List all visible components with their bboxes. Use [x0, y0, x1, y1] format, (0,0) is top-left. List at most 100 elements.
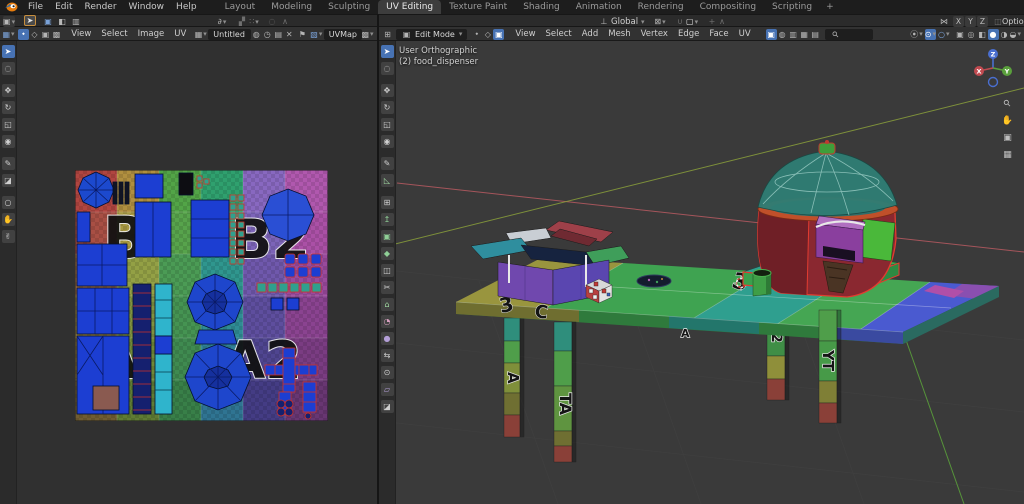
viewport-header-icon-3[interactable]: ▥ — [788, 29, 799, 40]
pan-button[interactable]: ✋ — [1001, 114, 1014, 127]
perspective-toggle-button[interactable]: ▦ — [1001, 148, 1014, 161]
editor-separator[interactable] — [377, 14, 379, 504]
viewport-header-icon-1[interactable]: ▣ — [766, 29, 777, 40]
snap-icon-uv[interactable]: ∷▾ — [248, 16, 260, 27]
uv-image-canvas[interactable]: B B2 A A2 — [75, 170, 328, 421]
uv-select-mode-vertex[interactable]: ⬩ — [18, 29, 29, 40]
uvmap-field[interactable]: UVMap — [324, 29, 362, 40]
gizmo-axis-neg-z[interactable] — [989, 78, 998, 87]
pinch-tool[interactable]: ✌ — [2, 230, 15, 243]
mode-dropdown[interactable]: ▣ Edit Mode ▾ — [396, 29, 467, 40]
table-leg-front-left[interactable]: TA — [554, 322, 576, 462]
options-dropdown[interactable]: Options — [1002, 17, 1024, 26]
inset-faces-tool[interactable]: ▣ — [381, 230, 394, 243]
navigation-gizmo[interactable]: Z X Y — [970, 45, 1016, 91]
uv-menu-item[interactable]: View — [66, 29, 96, 39]
loop-cut-tool[interactable]: ◫ — [381, 264, 394, 277]
uv-overlay-icon[interactable]: ◧ — [56, 16, 68, 27]
select-mode-edge[interactable]: ◇ — [482, 29, 493, 40]
workspace-tab[interactable]: Modeling — [263, 0, 320, 14]
annotate-tool[interactable]: ✎ — [381, 157, 394, 170]
uv-select-mode-island[interactable]: ▩ — [51, 29, 62, 40]
zoom-button[interactable]: ⚲ — [998, 94, 1016, 112]
snap-toggle-icon[interactable]: ⊙▾ — [925, 29, 936, 40]
transform-tool[interactable]: ◉ — [2, 135, 15, 148]
snap-target-icon[interactable]: ⊠▾ — [654, 16, 666, 27]
add-cube-tool[interactable]: ⊞ — [381, 196, 394, 209]
tweak-tool[interactable]: ➤ — [381, 45, 394, 58]
unlink-image-icon[interactable]: ✕ — [284, 29, 295, 40]
shear-tool[interactable]: ▱ — [381, 383, 394, 396]
workspace-tab[interactable]: Sculpting — [320, 0, 378, 14]
camera-view-button[interactable]: ▣ — [1001, 131, 1014, 144]
relax-tool[interactable]: ✋ — [2, 213, 15, 226]
dark-plate[interactable] — [637, 275, 671, 287]
workspace-tab[interactable]: Rendering — [630, 0, 692, 14]
extrude-region-tool[interactable]: ↥ — [381, 213, 394, 226]
workspace-tab[interactable]: Compositing — [692, 0, 764, 14]
workspace-tab[interactable]: Layout — [217, 0, 264, 14]
rip-region-tool[interactable]: ◪ — [381, 400, 394, 413]
tweak-tool[interactable]: ➤ — [2, 45, 15, 58]
pivot-point-icon[interactable]: ⦿▾ — [910, 29, 923, 40]
shading-rendered-icon[interactable]: ◒▾ — [1010, 29, 1022, 40]
uv-pivot-icon[interactable]: ▥ — [70, 16, 82, 27]
select-circle-tool[interactable]: ◌ — [2, 62, 15, 75]
mirror-icon[interactable]: ▞ — [236, 16, 248, 27]
uv-editor[interactable]: ➤◌✥↻◱◉✎◪○✋✌ B B2 A A2 — [0, 41, 377, 504]
uv-menu-item[interactable]: Image — [133, 29, 170, 39]
table-leg-back-left[interactable]: A — [504, 318, 524, 437]
viewport-menu-item[interactable]: Select — [541, 29, 577, 39]
transform-tool[interactable]: ◉ — [381, 135, 394, 148]
uv-select-mode-edge[interactable]: ◇ — [29, 29, 40, 40]
select-mode-vertex[interactable]: ⬩ — [471, 29, 482, 40]
viewport-menu-item[interactable]: UV — [734, 29, 756, 39]
viewport-3d[interactable]: A 2 A — [379, 41, 1024, 504]
scale-tool[interactable]: ◱ — [2, 118, 15, 131]
annotate-tool[interactable]: ✎ — [2, 157, 15, 170]
orientation-dropdown-icon[interactable]: ▾ — [641, 18, 645, 26]
browse-image-icon[interactable]: ▦▾ — [195, 29, 206, 40]
pin-icon[interactable]: ⚑ — [297, 29, 308, 40]
viewport-menu-item[interactable]: Add — [577, 29, 603, 39]
editor-type-button-uv[interactable]: ▦▾ — [3, 29, 14, 40]
rip-region-tool[interactable]: ◪ — [2, 174, 15, 187]
app-menu-item[interactable]: File — [22, 0, 49, 14]
uv-select-mode-face[interactable]: ▣ — [40, 29, 51, 40]
bevel-tool[interactable]: ◆ — [381, 247, 394, 260]
app-menu-item[interactable]: Render — [79, 0, 123, 14]
open-image-icon[interactable]: ▤ — [273, 29, 284, 40]
move-tool[interactable]: ✥ — [381, 84, 394, 97]
uvmap-icon[interactable]: ▧▾ — [311, 29, 322, 40]
viewport-header-icon-2[interactable]: ◍ — [777, 29, 788, 40]
viewport-header-icon-5[interactable]: ▤ — [810, 29, 821, 40]
workspace-tab[interactable]: Texture Paint — [441, 0, 515, 14]
uv-menu-item[interactable]: UV — [169, 29, 191, 39]
app-menu-item[interactable]: Help — [170, 0, 203, 14]
mirror-axis-toggle[interactable]: Z — [977, 16, 988, 27]
workspace-tab[interactable]: Scripting — [764, 0, 820, 14]
search-field[interactable]: ⚲ — [825, 29, 873, 40]
grab-tool[interactable]: ○ — [2, 196, 15, 209]
scale-tool[interactable]: ◱ — [381, 118, 394, 131]
add-workspace-button[interactable]: + — [820, 0, 840, 14]
spin-tool[interactable]: ◔ — [381, 315, 394, 328]
measure-tool[interactable]: ◺ — [381, 174, 394, 187]
viewport-menu-item[interactable]: Edge — [673, 29, 704, 39]
uv-sync-icon[interactable]: ▣ — [42, 16, 54, 27]
smooth-tool[interactable]: ● — [381, 332, 394, 345]
image-name-field[interactable]: Untitled — [208, 29, 251, 40]
falloff-curve-icon-3d[interactable]: ∧ — [716, 16, 728, 27]
poly-build-tool[interactable]: ⌂ — [381, 298, 394, 311]
magnet-icon[interactable]: ∪ — [674, 16, 686, 27]
workspace-tab[interactable]: Shading — [515, 0, 568, 14]
knife-tool[interactable]: ✂ — [381, 281, 394, 294]
table-leg-front-right[interactable]: YT — [819, 310, 841, 423]
snap-mode-icon[interactable]: ▢▾ — [686, 16, 698, 27]
orientation-label[interactable]: Global — [611, 17, 638, 27]
shrink-fatten-tool[interactable]: ⊙ — [381, 366, 394, 379]
show-overlays-icon[interactable]: ◎ — [966, 29, 977, 40]
viewport-menu-item[interactable]: Vertex — [636, 29, 673, 39]
uv-menu-item[interactable]: Select — [96, 29, 132, 39]
new-image-icon[interactable]: ◍ — [251, 29, 262, 40]
